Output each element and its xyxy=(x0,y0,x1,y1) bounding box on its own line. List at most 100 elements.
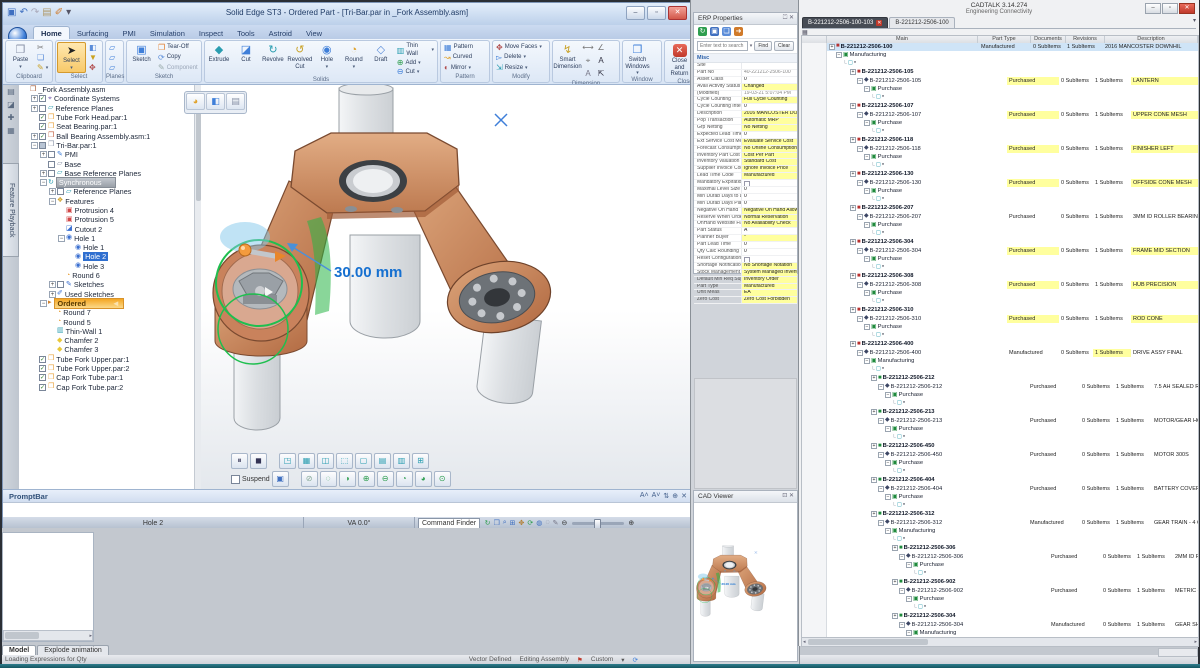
erp-property-row[interactable]: OnHand Website FlagNo Availability Check xyxy=(694,221,797,228)
dim-coordinate-icon[interactable]: ⌖ xyxy=(582,55,594,67)
expand-toggle[interactable]: − xyxy=(857,248,863,254)
bom-row[interactable]: −◆B-221212-2506-306Purchased0 SubItems1 … xyxy=(802,553,1198,562)
pathfinder-item[interactable]: ▱Base xyxy=(19,159,201,168)
visibility-checkbox[interactable]: ✓ xyxy=(39,384,46,391)
layers-icon[interactable]: ◪ xyxy=(3,98,19,111)
pathfinder-item[interactable]: ◔Round 6 xyxy=(19,271,201,280)
erp-property-row[interactable]: (Modified)19-03-21 5:07:04 PM xyxy=(694,91,797,98)
expand-toggle[interactable]: + xyxy=(850,103,856,109)
erp-property-row[interactable]: Min Durab Days to Deliv0 xyxy=(694,194,797,201)
bom-row[interactable]: −◆B-221212-2506-118Purchased0 SubItems1 … xyxy=(802,145,1198,154)
pathfinder-item[interactable]: +▱Reference Planes xyxy=(19,187,201,196)
pathfinder-item[interactable]: ✓❒Tube Fork Upper.par:1 xyxy=(19,355,201,364)
expand-toggle[interactable]: + xyxy=(850,69,856,75)
expand-toggle[interactable]: + xyxy=(892,579,898,585)
erp-property-row[interactable]: Qty Calc Rounding0 xyxy=(694,249,797,256)
erp-property-row[interactable]: Negative On HandNegative On Hand Allowed xyxy=(694,208,797,215)
minimize-button[interactable]: – xyxy=(626,6,645,20)
sheet-tab-explode-animation[interactable]: Explode animation xyxy=(37,645,109,655)
suspend-checkbox[interactable]: Suspend xyxy=(231,475,270,484)
zoom-area-icon[interactable]: ⊞ xyxy=(510,519,516,527)
expand-toggle[interactable]: + xyxy=(850,171,856,177)
bom-row[interactable]: +■B-221212-2506-400 xyxy=(802,340,1198,349)
ribbon-tab-inspect[interactable]: Inspect xyxy=(192,27,230,39)
erp-property-row[interactable]: Reserve When Order UnrelNormal Reservati… xyxy=(694,215,797,222)
bom-row[interactable]: −◆B-221212-2506-310Purchased0 SubItems1 … xyxy=(802,315,1198,324)
expand-toggle[interactable]: − xyxy=(857,146,863,152)
erp-property-row[interactable]: Supplier Invoice ConsideIgnore Invoice P… xyxy=(694,166,797,173)
dim-angle-icon[interactable]: ∠ xyxy=(595,42,607,54)
expand-toggle[interactable]: − xyxy=(885,528,891,534)
expand-toggle[interactable]: − xyxy=(864,154,870,160)
pathfinder-item[interactable]: ◆Chamfer 2 xyxy=(19,336,201,345)
erp-property-row[interactable]: Stock ManagementSystem Managed Inventory xyxy=(694,270,797,277)
bom-row[interactable]: └◻* xyxy=(802,400,1198,409)
zoom-slider[interactable] xyxy=(572,522,624,525)
view-settings-button[interactable]: ▤ xyxy=(226,93,245,110)
expand-toggle[interactable]: − xyxy=(857,350,863,356)
bom-row[interactable]: └◻* xyxy=(802,196,1198,205)
component-button[interactable]: ✎Component xyxy=(156,63,200,72)
erp-property-row[interactable]: Reset Configuration Std xyxy=(694,256,797,263)
bom-row[interactable]: └◻* xyxy=(802,128,1198,137)
circle-off-button[interactable]: ⊘ xyxy=(301,471,318,487)
bom-row[interactable]: −▣Purchase xyxy=(802,187,1198,196)
document-icon[interactable]: ▤ xyxy=(3,85,19,98)
bom-row[interactable]: −▣Purchase xyxy=(802,323,1198,332)
bom-row[interactable]: +■B-221212-2506-130 xyxy=(802,170,1198,179)
erp-property-row[interactable]: Part TypeManufactured xyxy=(694,284,797,291)
resize-button[interactable]: ⇲Resize▾ xyxy=(494,63,544,72)
expand-toggle[interactable]: − xyxy=(857,282,863,288)
visibility-checkbox[interactable]: ✓ xyxy=(39,114,46,121)
erp-property-row[interactable]: Shortage NotificationNo Shortage Notatio… xyxy=(694,263,797,270)
sketch-view-icon[interactable]: ✎ xyxy=(553,519,559,527)
visibility-checkbox[interactable]: ✓ xyxy=(39,374,46,381)
bom-row[interactable]: −◆B-221212-2506-212Purchased0 SubItems1 … xyxy=(802,383,1198,392)
close-and-return-button[interactable]: ✕Close and Return xyxy=(666,42,691,78)
erp-property-row[interactable]: Expected Lead Time0 xyxy=(694,132,797,139)
erp-property-row[interactable]: Mandatory Expiration Date xyxy=(694,180,797,187)
expand-toggle[interactable]: + xyxy=(850,273,856,279)
bom-row[interactable]: └◻* xyxy=(802,162,1198,171)
bom-row[interactable]: −▣Purchase xyxy=(802,119,1198,128)
bom-row[interactable]: +■B-221212-2506-404 xyxy=(802,476,1198,485)
window-fit-icon[interactable]: ❒ xyxy=(493,519,499,527)
bom-row[interactable]: └◻* xyxy=(802,502,1198,511)
bom-row[interactable]: └◻* xyxy=(802,434,1198,443)
plane-icon-button[interactable]: ▱ xyxy=(107,43,117,52)
rows-view-button[interactable]: ▤ xyxy=(374,453,391,469)
document-tab[interactable]: B-221212-2506-100-103✕ xyxy=(802,17,888,28)
expand-toggle[interactable]: + xyxy=(40,170,47,177)
mirror-button[interactable]: ◐Mirror▾ xyxy=(442,63,475,72)
pathfinder-item[interactable]: ✓❒Tube Fork Head.par:1 xyxy=(19,113,201,122)
bom-row[interactable]: −◆B-221212-2506-105Purchased0 SubItems1 … xyxy=(802,77,1198,86)
grid-icon[interactable]: ▦ xyxy=(3,124,19,137)
bom-row[interactable]: └◻* xyxy=(802,332,1198,341)
maximize-button[interactable]: ▫ xyxy=(1162,3,1178,14)
erp-property-row[interactable]: Part No40-221212-2506-100 xyxy=(694,70,797,77)
chevron-down-icon[interactable]: ▾ xyxy=(1193,17,1196,28)
bom-row[interactable]: −▣Purchase xyxy=(802,255,1198,264)
move-faces-button[interactable]: ✥Move Faces▾ xyxy=(494,43,544,52)
pathfinder-item[interactable]: ◪Cutout 2 xyxy=(19,224,201,233)
visibility-checkbox[interactable]: ✓ xyxy=(39,356,46,363)
close-icon[interactable]: ✕ xyxy=(789,493,794,499)
expand-toggle[interactable]: − xyxy=(906,596,912,602)
bom-row[interactable]: −▣Purchase xyxy=(802,85,1198,94)
expand-toggle[interactable]: + xyxy=(871,375,877,381)
cut-button[interactable]: ⊖Cut▾ xyxy=(395,67,436,76)
plane-icon-button[interactable]: ▱ xyxy=(107,63,117,72)
expand-toggle[interactable]: + xyxy=(871,477,877,483)
pathfinder-item[interactable]: ▣Protrusion 5 xyxy=(19,215,201,224)
erp-property-row[interactable]: Maximal Level Size0 xyxy=(694,187,797,194)
erp-property-row[interactable]: Unit MeasEA xyxy=(694,290,797,297)
expand-toggle[interactable]: − xyxy=(878,486,884,492)
erp-property-row[interactable]: Inventory Part Cost LevelCost Per Part xyxy=(694,153,797,160)
expand-toggle[interactable]: − xyxy=(40,300,47,307)
erp-property-row[interactable]: Cycle Counting Interval0 xyxy=(694,104,797,111)
refresh-button[interactable]: ↻ xyxy=(698,27,707,36)
box-view-button[interactable]: ▢ xyxy=(355,453,372,469)
erp-property-row[interactable]: Part Lead Time0 xyxy=(694,242,797,249)
bom-row[interactable]: +■B-221212-2506-213 xyxy=(802,408,1198,417)
iso-view-button[interactable]: ◳ xyxy=(279,453,296,469)
